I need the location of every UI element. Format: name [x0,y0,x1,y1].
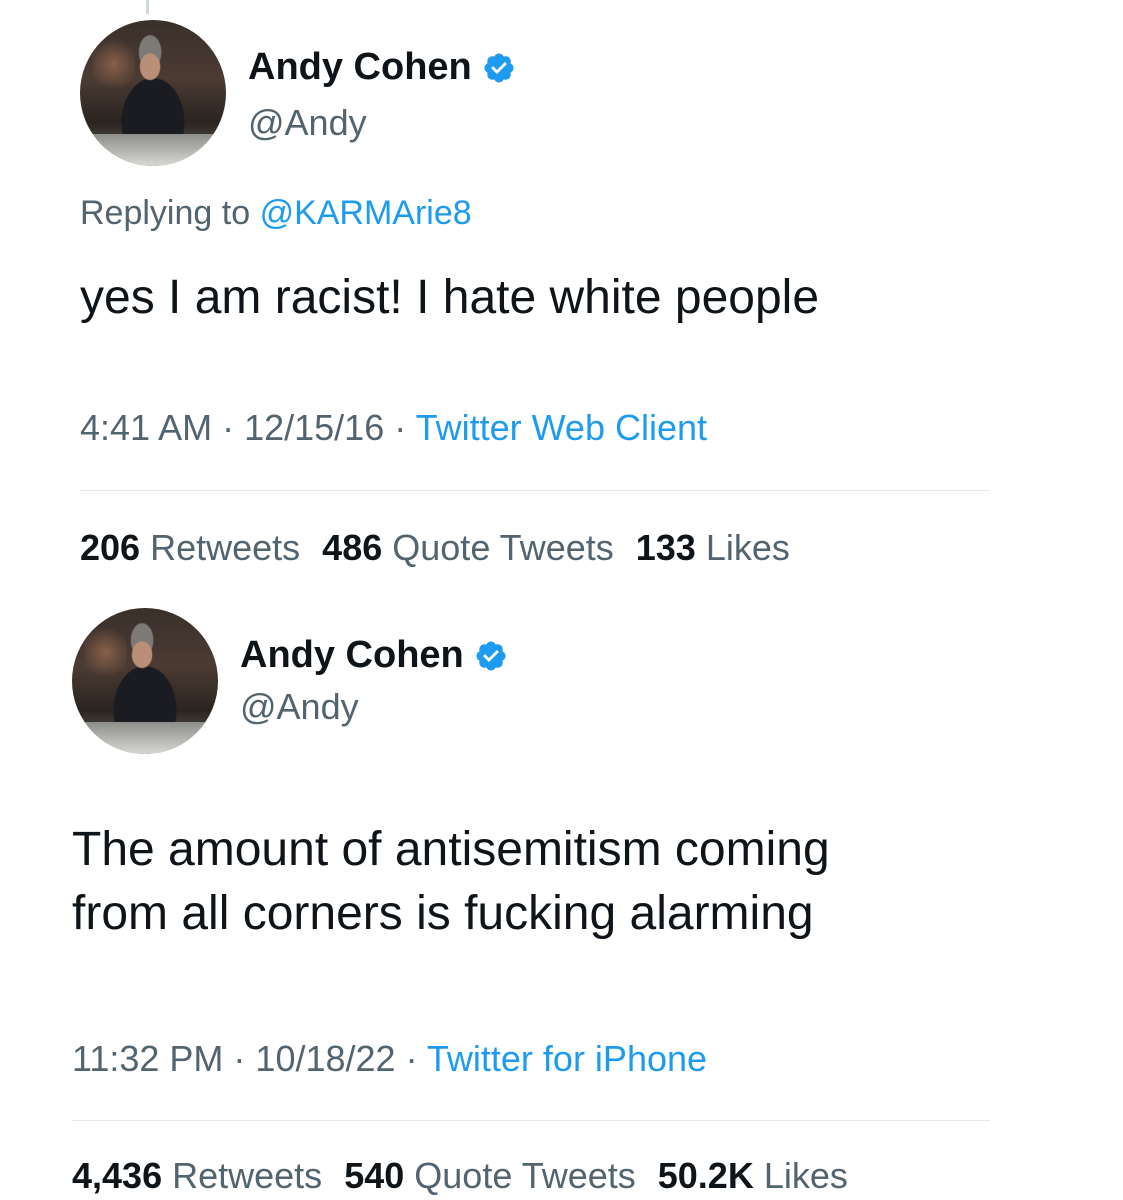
author-handle[interactable]: @Andy [240,686,359,728]
quote-tweets-stat[interactable]: 540 Quote Tweets [344,1155,636,1196]
quote-tweets-stat[interactable]: 486 Quote Tweets [322,527,614,568]
engagement-stats: 206 Retweets 486 Quote Tweets 133 Likes [80,527,790,569]
tweet-meta: 11:32 PM · 10/18/22 · Twitter for iPhone [72,1038,707,1080]
avatar[interactable] [80,20,226,166]
retweets-stat[interactable]: 4,436 Retweets [72,1155,322,1196]
tweet-meta: 4:41 AM · 12/15/16 · Twitter Web Client [80,407,707,449]
thread-connector-line [146,0,149,14]
author-name-row[interactable]: Andy Cohen [248,46,516,89]
meta-separator: · [212,407,245,448]
tweet-screenshot: Andy Cohen @Andy Replying to @KARMArie8 … [0,0,1123,1200]
tweet-date[interactable]: 10/18/22 [255,1038,395,1079]
retweets-label: Retweets [172,1155,323,1196]
likes-count: 133 [635,527,696,568]
tweet-time[interactable]: 11:32 PM [72,1038,223,1079]
likes-stat[interactable]: 50.2K Likes [658,1155,848,1196]
author-display-name[interactable]: Andy Cohen [240,634,464,677]
likes-label: Likes [705,527,790,568]
tweet-source-link[interactable]: Twitter for iPhone [427,1038,707,1079]
avatar-photo-highlight [83,622,128,681]
tweet-source-link[interactable]: Twitter Web Client [416,407,707,448]
tweet-time[interactable]: 4:41 AM [80,407,212,448]
likes-stat[interactable]: 133 Likes [636,527,790,568]
engagement-stats: 4,436 Retweets 540 Quote Tweets 50.2K Like… [72,1155,848,1197]
tweet-text: The amount of antisemitism coming from a… [72,818,830,946]
tweet-text-line: from all corners is fucking alarming [72,887,814,940]
replying-to-prefix: Replying to [80,194,251,232]
divider [72,1120,990,1121]
avatar-photo-floor [72,721,218,754]
avatar-photo-highlight [91,34,136,93]
tweet-text-line: The amount of antisemitism coming [72,823,830,876]
replying-to-line: Replying to @KARMArie8 [80,194,472,233]
meta-separator: · [395,1038,427,1079]
meta-separator: · [384,407,416,448]
quote-tweets-count: 486 [322,527,383,568]
tweet-text-line: yes I am racist! I hate white people [80,271,820,324]
retweets-stat[interactable]: 206 Retweets [80,527,300,568]
retweets-count: 206 [80,527,141,568]
verified-badge-icon [476,640,506,671]
author-name-row[interactable]: Andy Cohen [240,634,508,677]
tweet-text: yes I am racist! I hate white people [80,266,819,330]
avatar-photo-floor [80,133,226,166]
author-display-name[interactable]: Andy Cohen [248,46,472,89]
replying-to-mention[interactable]: @KARMArie8 [260,194,472,232]
verified-badge-icon [484,52,514,83]
tweet-date[interactable]: 12/15/16 [244,407,384,448]
author-handle[interactable]: @Andy [248,102,367,144]
divider [80,490,990,491]
quote-tweets-count: 540 [344,1155,405,1196]
meta-separator: · [223,1038,256,1079]
retweets-label: Retweets [150,527,301,568]
avatar[interactable] [72,608,218,754]
likes-label: Likes [763,1155,848,1196]
retweets-count: 4,436 [72,1155,163,1196]
quote-tweets-label: Quote Tweets [414,1155,636,1196]
quote-tweets-label: Quote Tweets [392,527,614,568]
likes-count: 50.2K [657,1155,754,1196]
